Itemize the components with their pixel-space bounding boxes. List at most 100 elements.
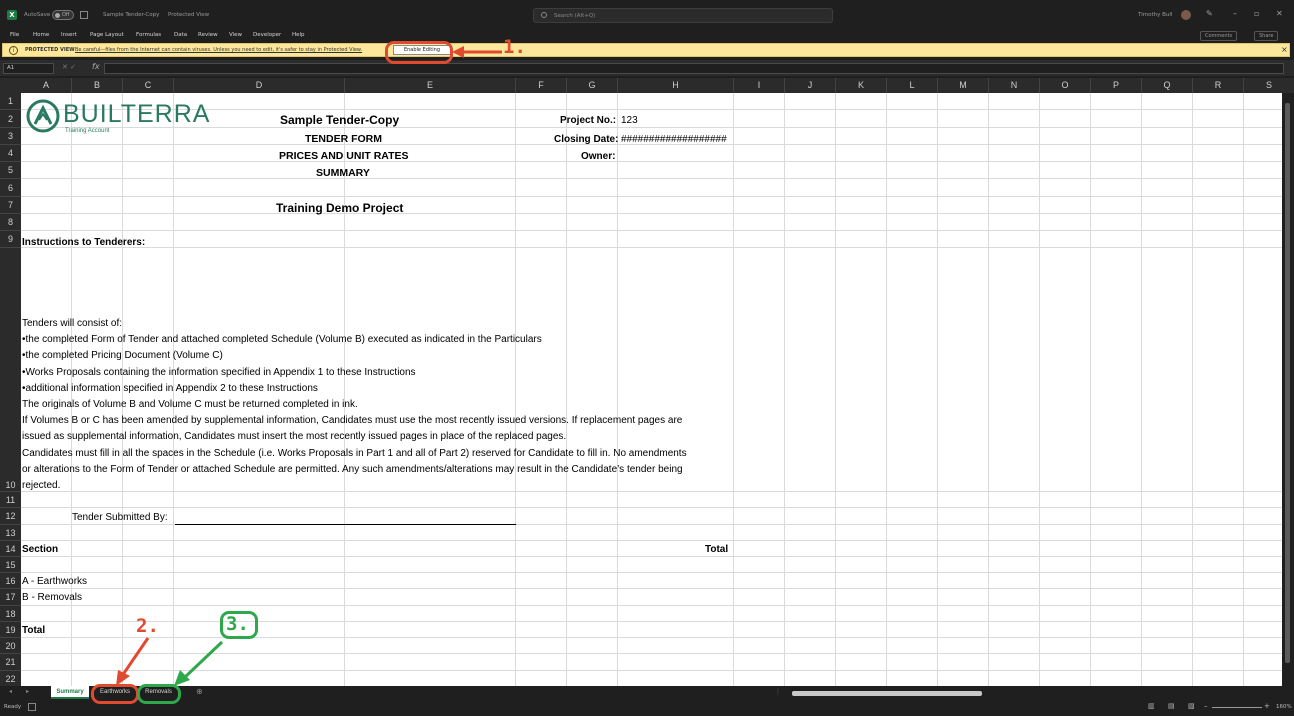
column-header[interactable]: K bbox=[836, 78, 887, 93]
tab-split-icon[interactable]: ⋮ bbox=[775, 688, 781, 695]
zoom-slider[interactable] bbox=[1212, 707, 1262, 708]
menu-page-layout[interactable]: Page Layout bbox=[90, 32, 124, 38]
instruction-line: •the completed Form of Tender and attach… bbox=[22, 334, 542, 346]
tab-scroll-left-icon[interactable]: ◂ bbox=[9, 688, 12, 695]
gridline-horizontal bbox=[21, 196, 1282, 197]
row-header[interactable]: 20 bbox=[0, 638, 21, 654]
instruction-line: •additional information specified in App… bbox=[22, 382, 318, 394]
column-header[interactable]: A bbox=[21, 78, 72, 93]
row-header[interactable]: 7 bbox=[0, 197, 21, 214]
gridline-horizontal bbox=[21, 161, 1282, 162]
row-header[interactable]: 4 bbox=[0, 145, 21, 162]
row-header[interactable]: 11 bbox=[0, 492, 21, 508]
worksheet-grid[interactable]: BUILTERRA Training Account Sample Tender… bbox=[21, 93, 1282, 686]
tab-summary[interactable]: Summary bbox=[51, 686, 89, 699]
menu-help[interactable]: Help bbox=[292, 32, 305, 38]
row-header[interactable]: 9 bbox=[0, 231, 21, 248]
column-header[interactable]: R bbox=[1193, 78, 1244, 93]
column-header[interactable]: S bbox=[1244, 78, 1294, 93]
zoom-level[interactable]: 160% bbox=[1276, 704, 1292, 710]
row-header[interactable]: 18 bbox=[0, 606, 21, 622]
menu-view[interactable]: View bbox=[229, 32, 242, 38]
logo-text: BUILTERRA bbox=[63, 100, 211, 128]
column-header[interactable]: I bbox=[734, 78, 785, 93]
formula-bar: A1 ✕ ✓ fx bbox=[0, 60, 1294, 76]
column-header[interactable]: H bbox=[618, 78, 734, 93]
normal-view-icon[interactable]: ▥ bbox=[1148, 702, 1155, 710]
protected-view-label: PROTECTED VIEW bbox=[25, 47, 75, 53]
search-box[interactable]: Search (Alt+Q) bbox=[533, 8, 833, 23]
instruction-line: or alterations to the Form of Tender or … bbox=[22, 463, 683, 475]
column-header[interactable]: D bbox=[174, 78, 345, 93]
name-box[interactable]: A1 bbox=[3, 63, 54, 74]
zoom-out-icon[interactable]: – bbox=[1204, 702, 1208, 710]
page-layout-icon[interactable]: ▤ bbox=[1168, 702, 1175, 710]
column-header[interactable]: J bbox=[785, 78, 836, 93]
total-header: Total bbox=[705, 544, 729, 555]
pen-icon[interactable]: ✎ bbox=[1206, 9, 1213, 18]
row-header[interactable]: 16 bbox=[0, 573, 21, 589]
hscroll-thumb[interactable] bbox=[792, 691, 982, 696]
restore-icon[interactable]: ▫ bbox=[1254, 9, 1259, 18]
column-header[interactable]: Q bbox=[1142, 78, 1193, 93]
comments-button[interactable]: Comments bbox=[1200, 31, 1238, 41]
row-header[interactable]: 19 bbox=[0, 622, 21, 638]
row-header[interactable]: 12 bbox=[0, 508, 21, 525]
vertical-scrollbar[interactable] bbox=[1282, 93, 1294, 686]
accessibility-icon[interactable] bbox=[28, 703, 36, 711]
instruction-line: rejected. bbox=[22, 480, 61, 491]
gridline-horizontal bbox=[21, 605, 1282, 606]
row-header[interactable]: 3 bbox=[0, 128, 21, 145]
zoom-in-icon[interactable]: + bbox=[1264, 702, 1270, 710]
column-header[interactable]: G bbox=[567, 78, 618, 93]
autosave-toggle[interactable]: Off bbox=[52, 10, 74, 20]
column-header[interactable]: M bbox=[938, 78, 989, 93]
row-header[interactable]: 10 bbox=[0, 248, 21, 492]
column-header[interactable]: L bbox=[887, 78, 938, 93]
row-header[interactable]: 14 bbox=[0, 541, 21, 557]
menu-data[interactable]: Data bbox=[174, 32, 187, 38]
function-icon[interactable]: fx bbox=[92, 62, 100, 71]
scrollbar-thumb[interactable] bbox=[1285, 103, 1290, 663]
minimize-icon[interactable]: – bbox=[1233, 9, 1237, 18]
row-header[interactable]: 17 bbox=[0, 589, 21, 606]
close-icon[interactable]: ✕ bbox=[1276, 9, 1283, 18]
menu-home[interactable]: Home bbox=[33, 32, 49, 38]
save-icon[interactable] bbox=[80, 11, 88, 19]
horizontal-scrollbar[interactable] bbox=[786, 689, 1280, 697]
column-header[interactable]: P bbox=[1091, 78, 1142, 93]
closing-date-label: Closing Date: bbox=[554, 134, 619, 145]
row-header[interactable]: 15 bbox=[0, 557, 21, 573]
column-header[interactable]: O bbox=[1040, 78, 1091, 93]
menu-insert[interactable]: Insert bbox=[61, 32, 77, 38]
cancel-confirm-icon[interactable]: ✕ ✓ bbox=[62, 63, 76, 71]
menu-review[interactable]: Review bbox=[198, 32, 218, 38]
row-header[interactable]: 8 bbox=[0, 214, 21, 231]
row-header[interactable]: 13 bbox=[0, 525, 21, 541]
close-icon[interactable]: × bbox=[1281, 45, 1288, 54]
menu-file[interactable]: File bbox=[10, 32, 19, 38]
menu-developer[interactable]: Developer bbox=[253, 32, 281, 38]
column-header[interactable]: B bbox=[72, 78, 123, 93]
annotation-arrow-1 bbox=[452, 46, 502, 58]
column-header[interactable]: E bbox=[345, 78, 516, 93]
autosave-label: AutoSave bbox=[24, 12, 51, 18]
page-break-icon[interactable]: ▧ bbox=[1188, 702, 1195, 710]
user-name[interactable]: Timothy Bull bbox=[1138, 12, 1172, 18]
row-header[interactable]: 2 bbox=[0, 110, 21, 128]
share-button[interactable]: Share bbox=[1254, 31, 1279, 41]
row-header[interactable]: 5 bbox=[0, 162, 21, 179]
tab-scroll-right-icon[interactable]: ▸ bbox=[26, 688, 29, 695]
row-header[interactable]: 6 bbox=[0, 179, 21, 197]
column-header[interactable]: C bbox=[123, 78, 174, 93]
row-header[interactable]: 1 bbox=[0, 93, 21, 110]
formula-input[interactable] bbox=[104, 63, 1284, 74]
row-header[interactable]: 21 bbox=[0, 654, 21, 671]
protected-view-message[interactable]: Be careful—files from the Internet can c… bbox=[75, 47, 362, 53]
column-header[interactable]: F bbox=[516, 78, 567, 93]
avatar[interactable] bbox=[1181, 10, 1191, 20]
column-header[interactable]: N bbox=[989, 78, 1040, 93]
menu-formulas[interactable]: Formulas bbox=[136, 32, 161, 38]
row-header[interactable]: 22 bbox=[0, 671, 21, 687]
signature-line bbox=[175, 524, 516, 525]
